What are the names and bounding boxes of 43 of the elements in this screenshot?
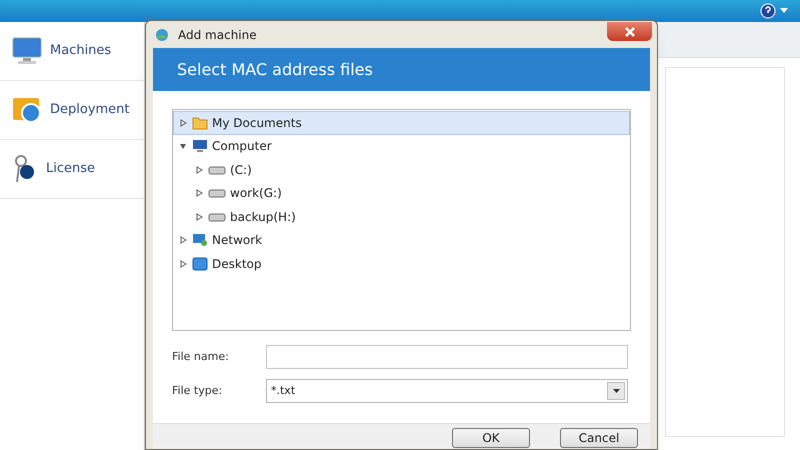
drive-icon [208, 212, 226, 222]
monitor-icon [12, 37, 42, 65]
collapsed-arrow-icon[interactable] [195, 166, 203, 174]
tree-row[interactable]: My Documents [173, 111, 630, 134]
network-icon [192, 233, 208, 248]
tree-label: work(G:) [230, 185, 282, 202]
tree-row[interactable]: backup(H:) [173, 205, 630, 228]
close-icon [624, 26, 634, 36]
tree-label: Network [212, 232, 262, 250]
tree-row[interactable]: Desktop [173, 252, 630, 276]
tree-row[interactable]: Network [173, 228, 630, 252]
folder-icon [192, 116, 208, 130]
field-label: File type: [172, 382, 224, 399]
field-label: File name: [172, 348, 230, 365]
dialog-title: Add machine [178, 26, 257, 44]
tree-row[interactable]: (C:) [173, 158, 630, 182]
tree-label: backup(H:) [230, 208, 296, 226]
caret-icon[interactable] [780, 8, 788, 14]
collapsed-arrow-icon[interactable] [179, 236, 187, 244]
drive-icon [208, 164, 226, 175]
collapsed-arrow-icon[interactable] [195, 189, 203, 198]
computer-icon [192, 139, 208, 154]
help-icon[interactable] [760, 3, 776, 19]
tree-row[interactable]: work(G:) [173, 182, 630, 205]
dialog-header: Select MAC address files [153, 48, 650, 91]
close-button[interactable] [607, 22, 652, 41]
desktop-icon [192, 256, 208, 271]
collapsed-arrow-icon[interactable] [195, 212, 203, 221]
dialog-button[interactable]: OK [452, 428, 530, 448]
tree-row[interactable]: Computer [173, 134, 630, 158]
folder-globe-icon [12, 96, 42, 124]
app-icon [154, 28, 170, 42]
dialog-button[interactable]: Cancel [560, 428, 638, 448]
collapsed-arrow-icon[interactable] [179, 260, 187, 268]
file-name-field[interactable] [266, 345, 628, 369]
expanded-arrow-icon[interactable] [179, 142, 187, 150]
drive-icon [208, 188, 226, 198]
tree-label: (C:) [230, 162, 252, 179]
tree-label: My Documents [212, 114, 302, 132]
tree-label: Computer [212, 138, 272, 156]
file-type-dropdown[interactable]: *.txt [266, 379, 628, 403]
tree-label: Desktop [212, 256, 262, 273]
collapsed-arrow-icon[interactable] [179, 118, 187, 127]
